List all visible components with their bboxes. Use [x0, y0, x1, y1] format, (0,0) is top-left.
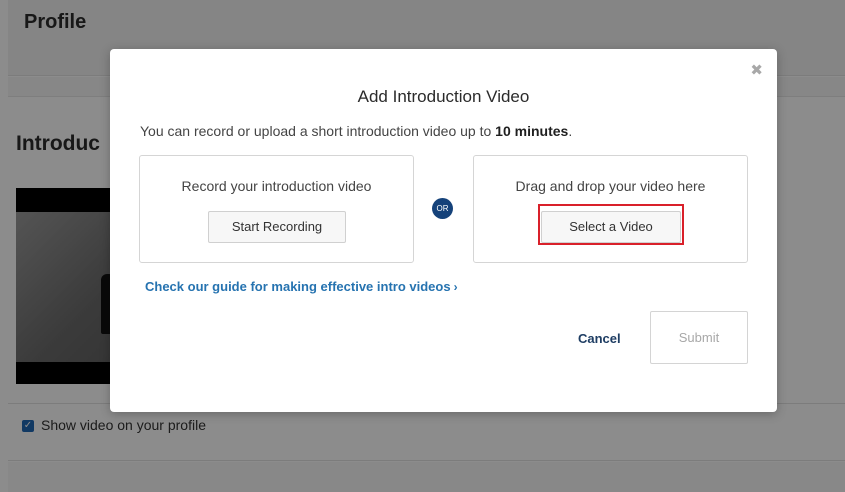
- guide-link-label: Check our guide for making effective int…: [145, 279, 451, 294]
- description-prefix: You can record or upload a short introdu…: [140, 123, 496, 139]
- start-recording-button[interactable]: Start Recording: [208, 211, 346, 243]
- description-suffix: .: [568, 123, 573, 139]
- select-video-button[interactable]: Select a Video: [541, 211, 681, 243]
- record-option-text: Record your introduction video: [181, 178, 372, 194]
- or-badge: OR: [432, 198, 453, 219]
- upload-option-text: Drag and drop your video here: [515, 178, 706, 194]
- description-duration: 10 minutes: [495, 123, 569, 139]
- upload-option-box[interactable]: Drag and drop your video here Select a V…: [473, 155, 748, 263]
- cancel-button[interactable]: Cancel: [578, 331, 621, 346]
- close-icon[interactable]: ✖: [750, 63, 763, 78]
- modal-description: You can record or upload a short introdu…: [140, 123, 572, 139]
- modal-title: Add Introduction Video: [357, 87, 530, 106]
- guide-link[interactable]: Check our guide for making effective int…: [145, 279, 458, 294]
- submit-button[interactable]: Submit: [650, 311, 748, 364]
- record-option-box: Record your introduction video Start Rec…: [139, 155, 414, 263]
- add-intro-video-modal: ✖ Add Introduction Video You can record …: [110, 49, 777, 412]
- chevron-right-icon: ›: [453, 280, 458, 294]
